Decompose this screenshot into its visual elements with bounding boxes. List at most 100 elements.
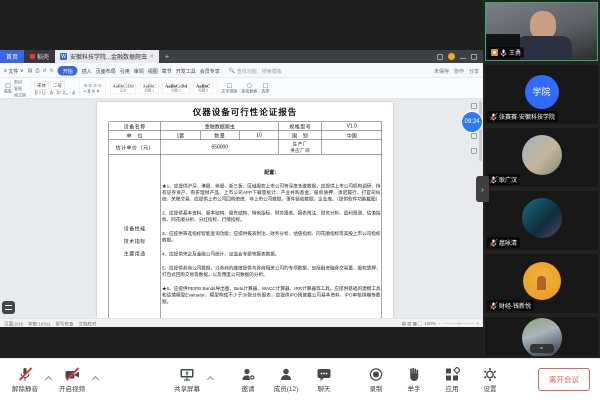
side-label-cell: 设备性能 技术指标 主要用途 [109,154,161,318]
file-menu[interactable]: ≡ 文件 ∨ [4,67,24,75]
word-count[interactable]: 字数:10311 [28,320,50,327]
close-tab-icon[interactable]: × [150,54,154,60]
invite-button[interactable]: 邀请 [229,367,267,393]
zoom-out-button[interactable]: - [439,321,441,326]
avatar [522,198,562,238]
members-button[interactable]: 成员(12) [267,367,305,393]
share-options-chevron[interactable] [207,376,214,383]
menu-tab-insert[interactable]: 插入 [82,67,92,75]
participant-tile[interactable]: 耿广汉 [485,128,598,187]
settings-button[interactable]: 设置 [471,367,509,393]
menu-tab-member[interactable]: 会员专享 [200,67,220,75]
tab-docer[interactable]: 稻壳 [24,50,55,63]
document-canvas: 仪器设备可行性论证报告 设备名称 金融数据爬虫 规格型号 V1.0 单 位 1套 [0,99,483,318]
view-mode-icons[interactable]: ▤ ▥ ▦ ⛶ [402,321,422,327]
share-screen-icon [179,367,195,382]
mute-options-chevron[interactable] [45,376,52,383]
avatar: 学院 [525,75,559,109]
raise-hand-button[interactable]: 举手 [395,367,433,393]
meeting-toolbar: 解除静音 开启视频 共享屏幕 邀请 成员(12) [0,358,600,400]
new-tab-button[interactable]: + [159,50,176,63]
docer-icon [30,54,35,59]
caret-down-icon: ∨ [20,68,24,74]
avatar [523,262,561,300]
participant-tile[interactable]: 扈咏清 [485,191,598,250]
quick-access-toolbar[interactable]: ▤⎙↺↻ [28,68,54,74]
invite-icon [240,367,256,382]
text-layout-button[interactable]: 文字排版 [221,83,237,94]
maximize-icon[interactable] [471,54,477,60]
sidebar-collapse-handle[interactable]: › [476,176,489,202]
video-options-chevron[interactable] [92,376,99,383]
mic-muted-icon [490,302,497,310]
zoom-level[interactable]: 100% [424,321,436,326]
paragraph-group[interactable]: ☰ ☱ ☲ ☳ ≡ ≣ ⊞ ⇅ [84,84,102,94]
zoom-slider[interactable] [443,323,473,324]
style-heading1[interactable]: AaBbC 标题 1 [140,83,159,94]
sync-status[interactable]: 未保存 [434,67,449,75]
select-button[interactable]: 选择 [261,83,269,94]
participant-tile[interactable]: 财经-钱新悦 [485,254,598,313]
collapse-tile-button[interactable]: ⌄ [530,344,554,353]
menu-tab-section[interactable]: 章节 [162,67,172,75]
proofread-toggle[interactable]: 文档校对 [78,320,96,327]
clipboard-group: 粘贴 剪切 复制 格式刷 [4,79,26,98]
page-indicator: 页面:2/15 [4,320,23,327]
share-screen-button[interactable]: 共享屏幕 [168,367,206,393]
style-normal[interactable]: AaBbCcDd 正文 [110,83,136,94]
spellcheck-toggle[interactable]: 拼写检查 [55,320,73,327]
table-row: 估计单价（元） 650000 生产厂 供应厂商 [109,140,382,155]
style-heading2[interactable]: AaBbCcDd 标题 2 [163,83,190,94]
participants-sidebar: 王勇 学院 张赛赛·安徽科技学院 耿广汉 [483,0,600,358]
vip-icon[interactable] [448,53,455,60]
pane-icon[interactable] [471,148,477,154]
menu-tab-start[interactable]: 开始 [58,66,78,76]
timer-badge[interactable]: 09:24 [461,111,483,133]
leave-meeting-button[interactable]: 离开会议 [538,368,590,391]
mic-muted-icon [490,239,497,247]
minimize-icon[interactable] [460,58,466,59]
layout-grid-icon[interactable] [437,54,443,60]
menu-tab-references[interactable]: 引用 [120,67,130,75]
menu-tab-page-layout[interactable]: 页面布局 [96,67,116,75]
participant-name-tag: 财经-钱新悦 [487,300,534,311]
menu-tab-view[interactable]: 视图 [148,67,158,75]
menu-tab-devtools[interactable]: 开发工具 [176,67,196,75]
record-button[interactable]: 录制 [357,367,395,393]
style-heading3[interactable]: AaBbC 标题 3 [194,83,213,94]
vertical-scrollbar[interactable] [479,101,482,161]
cut-button[interactable]: 剪切 [14,79,26,85]
pane-icon[interactable] [471,133,477,139]
unmute-button[interactable]: 解除静音 [6,367,44,393]
menu-tab-review[interactable]: 审阅 [134,67,144,75]
font-group: 宋体 二号 B I U · A· X² X₂ · A [35,81,76,96]
meeting-window: 首页 稻壳 W 安徽科技学院...金融数据爬虫 × + [0,0,600,400]
tab-document[interactable]: W 安徽科技学院...金融数据爬虫 × [55,50,159,63]
font-name-combo[interactable]: 宋体 [35,81,49,90]
participant-tile-video[interactable]: 王勇 [485,2,598,61]
copy-button[interactable]: 复制 [14,86,26,92]
settings-gear-icon [482,367,498,382]
wps-tabbar: 首页 稻壳 W 安徽科技学院...金融数据爬虫 × + [0,50,483,63]
participant-name-tag: 耿广汉 [487,174,520,185]
find-replace-button[interactable]: 查找替换 [241,83,257,94]
collaborate-button[interactable]: 协作 [454,67,464,75]
format-painter-button[interactable]: 格式刷 [14,92,26,98]
ribbon-search[interactable]: 🔍 查找功能、搜索模板 [229,67,282,75]
pane-icon[interactable] [471,103,477,109]
paste-button[interactable]: 粘贴 [4,83,12,94]
font-format-buttons[interactable]: B I U · A· X² X₂ · A [35,91,76,97]
participant-tile[interactable]: 学院 张赛赛·安徽科技学院 [485,65,598,124]
table-row: 单 位 1套 数量 10 国 别 中国 [109,131,382,140]
doc-nav-pane-button[interactable] [2,301,15,314]
start-video-button[interactable]: 开启视频 [53,367,91,393]
camera-off-icon [64,367,80,382]
participant-tile[interactable]: ⌄ [485,317,598,356]
chat-button[interactable]: 聊天 [305,367,343,393]
tab-home[interactable]: 首页 [0,50,24,63]
apps-button[interactable]: 应用 [433,367,471,393]
zoom-in-button[interactable]: + [476,321,479,326]
font-size-combo[interactable]: 二号 [51,81,65,90]
share-button[interactable]: 分享 [469,67,479,75]
table-row: 设备名称 金融数据爬虫 规格型号 V1.0 [109,122,382,131]
